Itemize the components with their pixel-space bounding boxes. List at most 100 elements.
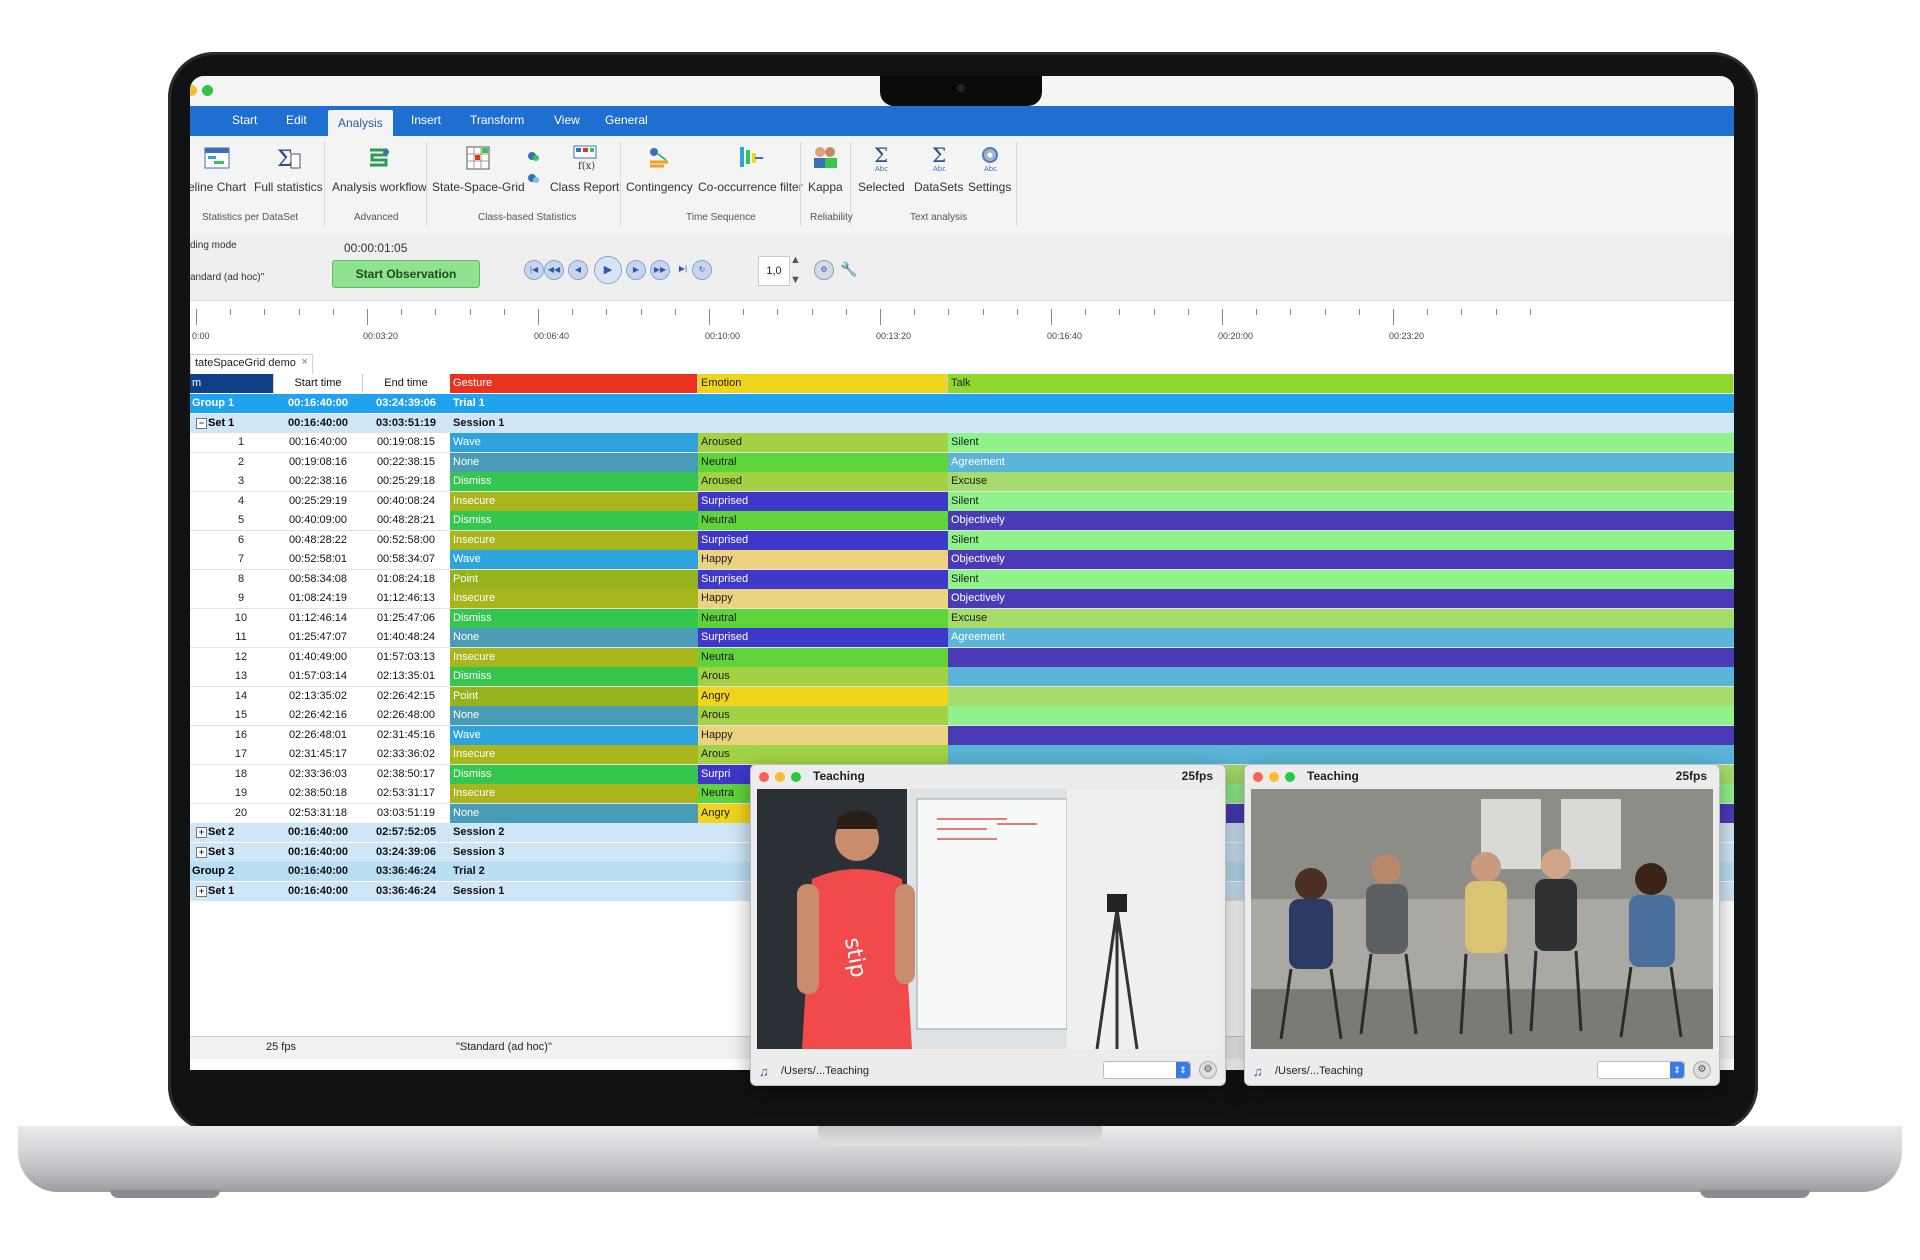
gesture-cell[interactable]: Insecure bbox=[450, 491, 698, 511]
table-row[interactable]: 11 01:25:47:07 01:40:48:24 None Surprised Agr… bbox=[190, 628, 1734, 648]
table-row[interactable]: 13 01:57:03:14 02:13:35:01 Dismiss Arous bbox=[190, 667, 1734, 687]
row-end-time[interactable]: 03:03:51:19 bbox=[362, 804, 450, 823]
row-start-time[interactable]: 02:26:48:01 bbox=[274, 726, 362, 745]
gesture-cell[interactable]: None bbox=[450, 452, 698, 472]
row-start-time[interactable]: 01:57:03:14 bbox=[274, 667, 362, 686]
timeline-chart-button[interactable]: eline Chart bbox=[190, 144, 246, 194]
gesture-cell[interactable]: Point bbox=[450, 686, 698, 706]
gesture-cell[interactable]: Point bbox=[450, 569, 698, 589]
talk-cell[interactable]: Agreement bbox=[948, 452, 1734, 472]
table-row[interactable]: 8 00:58:34:08 01:08:24:18 Point Surprised Sil… bbox=[190, 569, 1734, 590]
group-row[interactable]: − Set 1 00:16:40:00 03:03:51:19 Session 1 bbox=[190, 413, 1734, 433]
emotion-cell[interactable]: Happy bbox=[698, 725, 948, 745]
emotion-cell[interactable]: Angry bbox=[698, 686, 948, 706]
gesture-cell[interactable]: Dismiss bbox=[450, 764, 698, 784]
talk-cell[interactable] bbox=[948, 667, 1734, 686]
talk-cell[interactable] bbox=[948, 686, 1734, 706]
gear-icon[interactable]: ⚙ bbox=[1199, 1061, 1217, 1079]
expand-toggle-icon[interactable]: + bbox=[196, 885, 207, 897]
emotion-cell[interactable]: Happy bbox=[698, 550, 948, 569]
gear-icon[interactable]: ⚙ bbox=[814, 260, 834, 280]
close-tab-icon[interactable]: × bbox=[301, 356, 307, 368]
table-row[interactable]: 15 02:26:42:16 02:26:48:00 None Arous bbox=[190, 706, 1734, 726]
table-row[interactable]: 16 02:26:48:01 02:31:45:16 Wave Happy bbox=[190, 725, 1734, 746]
talk-cell[interactable] bbox=[948, 706, 1734, 725]
emotion-cell[interactable]: Arous bbox=[698, 667, 948, 686]
row-end-time[interactable]: 02:31:45:16 bbox=[362, 726, 450, 745]
zoom-button[interactable] bbox=[202, 85, 213, 96]
video-select[interactable]: ⇕ bbox=[1103, 1061, 1191, 1079]
row-end-time[interactable]: 00:25:29:18 bbox=[362, 472, 450, 491]
speed-input[interactable]: 1,0 bbox=[758, 256, 790, 286]
row-start-time[interactable]: 02:13:35:02 bbox=[274, 687, 362, 706]
row-end-time[interactable]: 01:57:03:13 bbox=[362, 648, 450, 667]
zoom-button[interactable] bbox=[791, 772, 801, 782]
kappa-button[interactable]: Kappa bbox=[808, 144, 843, 194]
header-gesture[interactable]: Gesture bbox=[450, 374, 698, 393]
header-end-time[interactable]: End time bbox=[362, 374, 451, 393]
settings-button[interactable]: Abc Settings bbox=[968, 144, 1011, 194]
wrench-icon[interactable]: 🔧 bbox=[840, 260, 858, 278]
emotion-cell[interactable]: Surprised bbox=[698, 569, 948, 589]
emotion-cell[interactable]: Happy bbox=[698, 589, 948, 608]
rewind-fast-icon[interactable]: ◀◀ bbox=[544, 260, 564, 280]
table-row[interactable]: 3 00:22:38:16 00:25:29:18 Dismiss Aroused Exc… bbox=[190, 472, 1734, 492]
expand-toggle-icon[interactable]: + bbox=[196, 827, 207, 838]
analysis-workflow-button[interactable]: Analysis workflow bbox=[332, 144, 427, 194]
table-row[interactable]: 2 00:19:08:16 00:22:38:15 None Neutral Agreem… bbox=[190, 452, 1734, 473]
header-emotion[interactable]: Emotion bbox=[698, 374, 948, 393]
row-end-time[interactable]: 00:48:28:21 bbox=[362, 511, 450, 530]
table-row[interactable]: 6 00:48:28:22 00:52:58:00 Insecure Surprised… bbox=[190, 530, 1734, 551]
gesture-cell[interactable]: Dismiss bbox=[450, 667, 698, 686]
forward-fast-icon[interactable]: ▶▶ bbox=[650, 260, 670, 280]
row-end-time[interactable]: 01:12:46:13 bbox=[362, 589, 450, 608]
row-start-time[interactable]: 00:40:09:00 bbox=[274, 511, 362, 530]
talk-cell[interactable] bbox=[948, 745, 1734, 764]
row-start-time[interactable]: 02:38:50:18 bbox=[274, 784, 362, 803]
row-end-time[interactable]: 00:22:38:15 bbox=[362, 453, 450, 472]
gesture-cell[interactable]: Insecure bbox=[450, 745, 698, 764]
talk-cell[interactable]: Silent bbox=[948, 491, 1734, 511]
expand-toggle-icon[interactable]: + bbox=[196, 846, 207, 858]
emotion-cell[interactable]: Neutral bbox=[698, 511, 948, 530]
video-frame-teacher[interactable]: stip bbox=[757, 789, 1219, 1049]
table-row[interactable]: 5 00:40:09:00 00:48:28:21 Dismiss Neutral Obj… bbox=[190, 511, 1734, 531]
row-start-time[interactable]: 00:19:08:16 bbox=[274, 453, 362, 472]
row-end-time[interactable]: 02:26:42:15 bbox=[362, 687, 450, 706]
video-window-1[interactable]: Teaching 25fps stip ♫ /Users/...Teaching… bbox=[750, 764, 1226, 1086]
close-button[interactable] bbox=[1253, 772, 1263, 782]
table-row[interactable]: 10 01:12:46:14 01:25:47:06 Dismiss Neutral Ex… bbox=[190, 608, 1734, 629]
table-row[interactable]: 9 01:08:24:19 01:12:46:13 Insecure Happy Obje… bbox=[190, 589, 1734, 609]
close-button[interactable] bbox=[759, 772, 769, 782]
speed-down-icon[interactable]: ▼ bbox=[790, 274, 801, 286]
group-row[interactable]: Group 1 00:16:40:00 03:24:39:06 Trial 1 bbox=[190, 394, 1734, 413]
row-end-time[interactable]: 02:33:36:02 bbox=[362, 745, 450, 764]
minimize-button[interactable] bbox=[775, 772, 785, 782]
header-index[interactable]: m bbox=[190, 374, 274, 393]
tab-insert[interactable]: Insert bbox=[411, 113, 441, 127]
start-observation-button[interactable]: Start Observation bbox=[332, 260, 480, 288]
gesture-cell[interactable]: None bbox=[450, 706, 698, 725]
tab-start[interactable]: Start bbox=[232, 113, 257, 127]
emotion-cell[interactable]: Surprised bbox=[698, 530, 948, 550]
gesture-cell[interactable]: Insecure bbox=[450, 647, 698, 667]
row-end-time[interactable]: 01:40:48:24 bbox=[362, 628, 450, 647]
talk-cell[interactable]: Objectively bbox=[948, 550, 1734, 569]
row-start-time[interactable]: 00:52:58:01 bbox=[274, 550, 362, 569]
gesture-cell[interactable]: Dismiss bbox=[450, 511, 698, 530]
tab-edit[interactable]: Edit bbox=[286, 113, 307, 127]
gear-icon[interactable]: ⚙ bbox=[1693, 1061, 1711, 1079]
emotion-cell[interactable]: Surprised bbox=[698, 491, 948, 511]
row-end-time[interactable]: 02:13:35:01 bbox=[362, 667, 450, 686]
gesture-cell[interactable]: Wave bbox=[450, 725, 698, 745]
class-report-button[interactable]: f(x) Class Report bbox=[550, 144, 619, 194]
gesture-cell[interactable]: Dismiss bbox=[450, 472, 698, 491]
minimize-button[interactable] bbox=[190, 85, 197, 96]
row-end-time[interactable]: 02:53:31:17 bbox=[362, 784, 450, 803]
row-start-time[interactable]: 02:31:45:17 bbox=[274, 745, 362, 764]
row-end-time[interactable]: 01:25:47:06 bbox=[362, 609, 450, 628]
tab-analysis[interactable]: Analysis bbox=[328, 110, 393, 136]
row-start-time[interactable]: 02:53:31:18 bbox=[274, 804, 362, 823]
play-icon[interactable]: ▶ bbox=[594, 256, 622, 284]
talk-cell[interactable] bbox=[948, 647, 1734, 667]
